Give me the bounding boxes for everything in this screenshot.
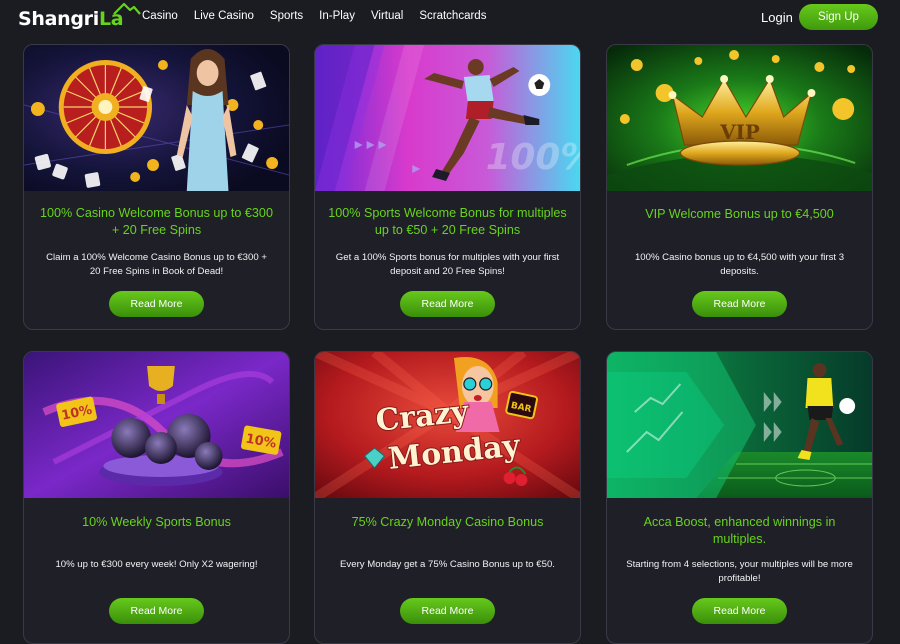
read-more-button[interactable]: Read More: [400, 598, 495, 624]
card-description: Starting from 4 selections, your multipl…: [626, 559, 853, 584]
nav-casino[interactable]: Casino: [142, 10, 178, 22]
nav-virtual[interactable]: Virtual: [371, 10, 403, 22]
card-description: Get a 100% Sports bonus for multiples wi…: [335, 252, 560, 277]
card-title: 10% Weekly Sports Bonus: [82, 515, 231, 529]
promo-card-weekly-sports: 10% 10% 10% Weekly Sports Bonus 10% up t…: [23, 351, 290, 644]
nav-in-play[interactable]: In-Play: [319, 10, 355, 22]
card-title: Acca Boost, enhanced winnings in multipl…: [643, 515, 836, 546]
footballer-kick-banner-image: 100%: [315, 45, 580, 191]
card-description: 100% Casino bonus up to €4,500 with your…: [634, 252, 845, 277]
card-title: 100% Casino Welcome Bonus up to €300 + 2…: [40, 206, 273, 237]
banner-100-percent-text: 100%: [486, 137, 580, 178]
top-navigation-bar: Shangri La Casino Live Casino Sports In-P…: [0, 0, 900, 36]
acca-boost-football-banner-image: [607, 352, 872, 498]
nav-sports[interactable]: Sports: [270, 10, 303, 22]
promo-card-vip-welcome: VIP VIP Welcome Bonus up to €4,500 100% …: [606, 44, 873, 330]
mountain-peak-icon: [113, 2, 141, 15]
login-link[interactable]: Login: [761, 10, 793, 25]
vip-crown-banner-image: VIP: [607, 45, 872, 191]
logo-text-shangri: Shangri: [18, 8, 99, 30]
card-title: 100% Sports Welcome Bonus for multiples …: [328, 206, 567, 237]
read-more-button[interactable]: Read More: [109, 291, 204, 317]
card-description: 10% up to €300 every week! Only X2 wager…: [55, 559, 258, 570]
casino-wheel-banner-image: [24, 45, 289, 191]
nav-live-casino[interactable]: Live Casino: [194, 10, 254, 22]
promo-card-sports-welcome: 100% 100% Sports Welcome Bonus for multi…: [314, 44, 581, 330]
sports-trophy-banner-image: 10% 10%: [24, 352, 289, 498]
nav-scratchcards[interactable]: Scratchcards: [419, 10, 486, 22]
banner-vip-text: VIP: [719, 120, 760, 144]
read-more-button[interactable]: Read More: [400, 291, 495, 317]
main-nav: Casino Live Casino Sports In-Play Virtua…: [142, 10, 502, 22]
crazy-monday-banner-image: BAR Crazy Monday: [315, 352, 580, 498]
promo-card-acca-boost: Acca Boost, enhanced winnings in multipl…: [606, 351, 873, 644]
read-more-button[interactable]: Read More: [109, 598, 204, 624]
card-title: VIP Welcome Bonus up to €4,500: [645, 207, 834, 221]
card-title: 75% Crazy Monday Casino Bonus: [351, 515, 544, 529]
promo-card-crazy-monday: BAR Crazy Monday 75% Crazy Monday Casino…: [314, 351, 581, 644]
sign-up-button[interactable]: Sign Up: [799, 4, 878, 30]
shangrila-logo[interactable]: Shangri La: [18, 2, 141, 32]
card-description: Every Monday get a 75% Casino Bonus up t…: [340, 559, 555, 570]
read-more-button[interactable]: Read More: [692, 291, 787, 317]
promo-card-casino-welcome: 100% Casino Welcome Bonus up to €300 + 2…: [23, 44, 290, 330]
card-description: Claim a 100% Welcome Casino Bonus up to …: [46, 252, 267, 277]
read-more-button[interactable]: Read More: [692, 598, 787, 624]
